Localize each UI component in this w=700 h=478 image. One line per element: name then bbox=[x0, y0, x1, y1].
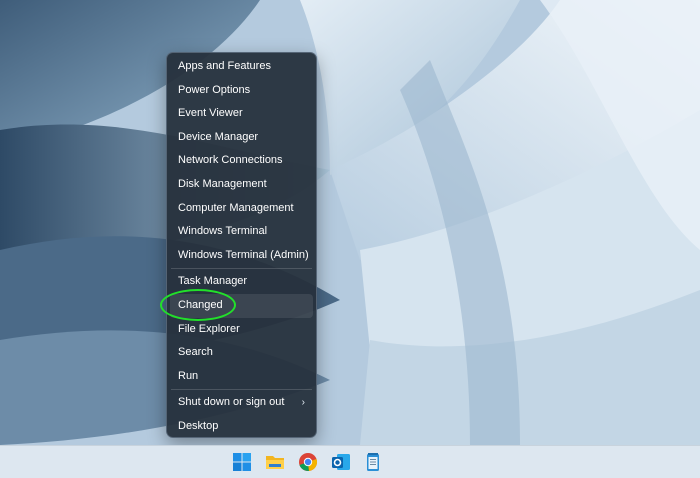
menu-separator bbox=[171, 389, 312, 391]
menu-item-event-viewer[interactable]: Event Viewer bbox=[170, 102, 313, 126]
menu-item-computer-management[interactable]: Computer Management bbox=[170, 197, 313, 221]
file-explorer-icon[interactable] bbox=[264, 451, 286, 473]
windows-start-icon[interactable] bbox=[231, 451, 253, 473]
menu-item-apps-and-features[interactable]: Apps and Features bbox=[170, 55, 313, 79]
menu-item-power-options[interactable]: Power Options bbox=[170, 79, 313, 103]
menu-item-windows-terminal[interactable]: Windows Terminal bbox=[170, 220, 313, 244]
notepad-icon[interactable] bbox=[362, 451, 384, 473]
desktop-wallpaper bbox=[0, 0, 700, 445]
menu-item-file-explorer[interactable]: File Explorer bbox=[170, 318, 313, 342]
taskbar bbox=[0, 445, 700, 478]
menu-item-device-manager[interactable]: Device Manager bbox=[170, 126, 313, 150]
outlook-icon[interactable] bbox=[330, 451, 352, 473]
menu-item-label: Shut down or sign out bbox=[178, 396, 285, 409]
chrome-icon[interactable] bbox=[297, 451, 319, 473]
menu-item-shut-down-or-sign-out[interactable]: Shut down or sign out › bbox=[170, 391, 313, 415]
menu-item-desktop[interactable]: Desktop bbox=[170, 415, 313, 439]
menu-item-run[interactable]: Run bbox=[170, 365, 313, 389]
menu-item-network-connections[interactable]: Network Connections bbox=[170, 149, 313, 173]
menu-item-disk-management[interactable]: Disk Management bbox=[170, 173, 313, 197]
highlight-circle-annotation bbox=[160, 289, 236, 321]
menu-item-windows-terminal-admin[interactable]: Windows Terminal (Admin) bbox=[170, 244, 313, 268]
winx-context-menu: Apps and Features Power Options Event Vi… bbox=[166, 52, 317, 438]
chevron-right-icon: › bbox=[301, 397, 305, 409]
menu-item-search[interactable]: Search bbox=[170, 341, 313, 365]
bloom-wallpaper bbox=[0, 0, 700, 445]
menu-separator bbox=[171, 268, 312, 270]
